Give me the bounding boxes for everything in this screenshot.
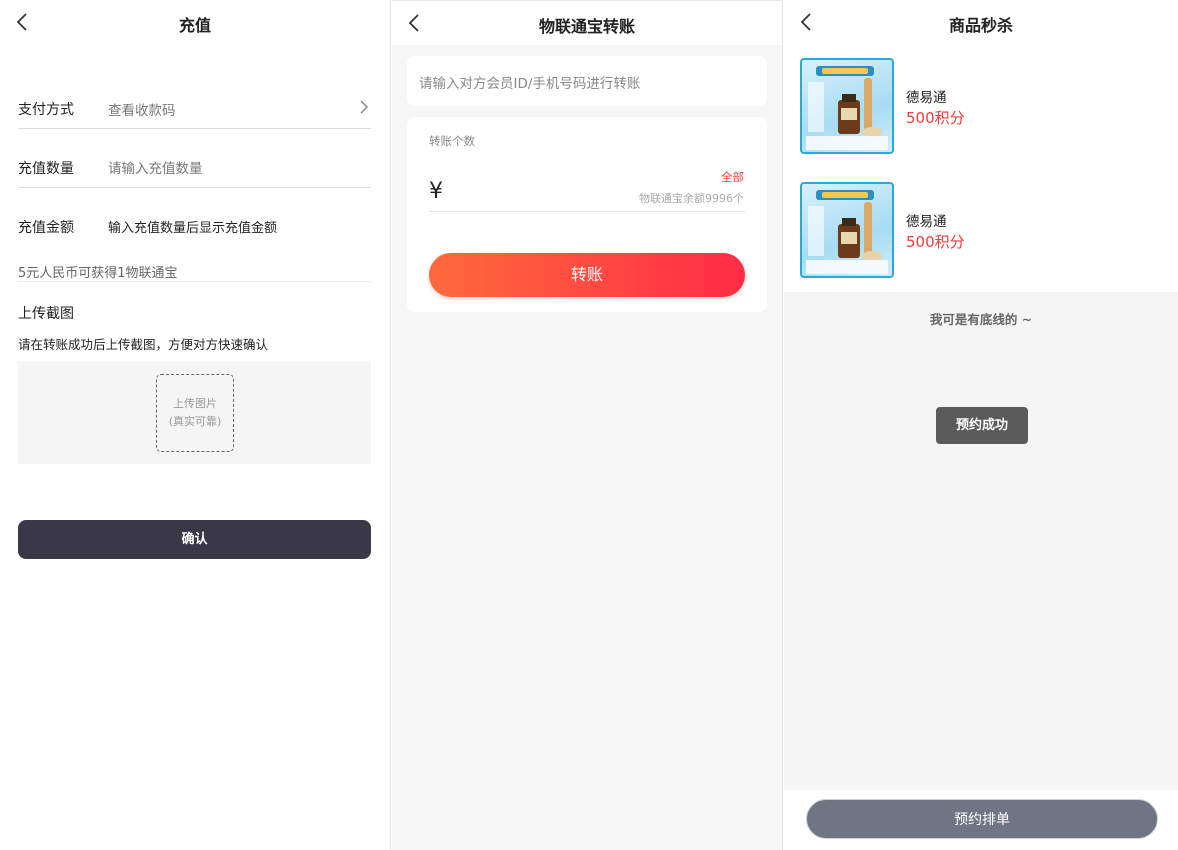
page-title: 物联通宝转账 bbox=[538, 17, 635, 36]
upload-hint: 请在转账成功后上传截图，方便对方快速确认 bbox=[18, 337, 269, 352]
confirm-button[interactable]: 确认 bbox=[18, 520, 371, 559]
product-name: 德易通 bbox=[906, 90, 947, 106]
transfer-header: 物联通宝转账 bbox=[392, 1, 782, 45]
upload-title: 上传截图 bbox=[18, 306, 74, 322]
recharge-header: 充值 bbox=[0, 0, 390, 44]
amount-card: 转账个数 ¥ 全部 物联通宝余额9996个 转账 bbox=[407, 117, 767, 312]
payment-method-value: 查看收款码 bbox=[108, 103, 176, 119]
transfer-button[interactable]: 转账 bbox=[429, 253, 745, 297]
divider bbox=[18, 187, 371, 188]
recipient-card: 请输入对方会员ID/手机号码进行转账 bbox=[407, 56, 767, 106]
amount-section-label: 转账个数 bbox=[429, 134, 475, 148]
all-button[interactable]: 全部 bbox=[721, 169, 744, 185]
list-item[interactable]: 德易通 500积分 bbox=[800, 182, 1160, 278]
balance-text: 物联通宝余额9996个 bbox=[639, 192, 744, 205]
recharge-qty-input[interactable]: 请输入充值数量 bbox=[108, 157, 203, 177]
list-item[interactable]: 德易通 500积分 bbox=[800, 58, 1160, 154]
recharge-amount-row: 充值金额 输入充值数量后显示充值金额 bbox=[18, 204, 371, 244]
flash-sale-screen: 商品秒杀 德易通 500积分 德易通 500积分 我可是有底线的 ~ 预约成功 … bbox=[784, 0, 1178, 850]
page-title: 商品秒杀 bbox=[948, 16, 1013, 35]
chevron-right-icon bbox=[360, 100, 369, 114]
bottom-line-text: 我可是有底线的 ~ bbox=[929, 312, 1033, 327]
product-image bbox=[800, 58, 894, 154]
recharge-qty-row: 充值数量 请输入充值数量 bbox=[18, 145, 371, 187]
list-footer-area: 我可是有底线的 ~ 预约成功 bbox=[784, 292, 1178, 790]
page-title: 充值 bbox=[178, 16, 211, 35]
divider bbox=[18, 281, 371, 282]
divider bbox=[429, 211, 745, 212]
currency-symbol: ¥ bbox=[429, 179, 443, 204]
product-image bbox=[800, 182, 894, 278]
recharge-amount-label: 充值金额 bbox=[18, 220, 74, 236]
toast-message: 预约成功 bbox=[936, 407, 1028, 444]
product-price: 500积分 bbox=[906, 233, 965, 251]
payment-method-row[interactable]: 支付方式 查看收款码 bbox=[18, 86, 371, 128]
upload-box-line2: (真实可靠) bbox=[168, 415, 222, 428]
upload-box-line1: 上传图片 bbox=[173, 397, 217, 410]
flash-sale-header: 商品秒杀 bbox=[784, 0, 1178, 44]
recipient-input[interactable]: 请输入对方会员ID/手机号码进行转账 bbox=[419, 72, 640, 92]
recharge-qty-label: 充值数量 bbox=[18, 161, 74, 177]
recharge-screen: 充值 支付方式 查看收款码 充值数量 请输入充值数量 充值金额 输入充值数量后显… bbox=[0, 0, 391, 850]
reserve-button[interactable]: 预约排单 bbox=[806, 799, 1158, 839]
product-bottle-icon bbox=[806, 190, 888, 274]
upload-area: 上传图片 (真实可靠) bbox=[18, 361, 371, 464]
product-price: 500积分 bbox=[906, 109, 965, 127]
product-name: 德易通 bbox=[906, 214, 947, 230]
payment-method-label: 支付方式 bbox=[18, 102, 74, 118]
product-bottle-icon bbox=[806, 66, 888, 150]
divider bbox=[18, 128, 371, 129]
amount-input[interactable] bbox=[457, 181, 657, 205]
rate-note: 5元人民币可获得1物联通宝 bbox=[18, 266, 178, 281]
upload-image-button[interactable]: 上传图片 (真实可靠) bbox=[156, 374, 234, 452]
transfer-screen: 物联通宝转账 请输入对方会员ID/手机号码进行转账 转账个数 ¥ 全部 物联通宝… bbox=[392, 0, 783, 850]
recharge-amount-value: 输入充值数量后显示充值金额 bbox=[108, 221, 278, 236]
